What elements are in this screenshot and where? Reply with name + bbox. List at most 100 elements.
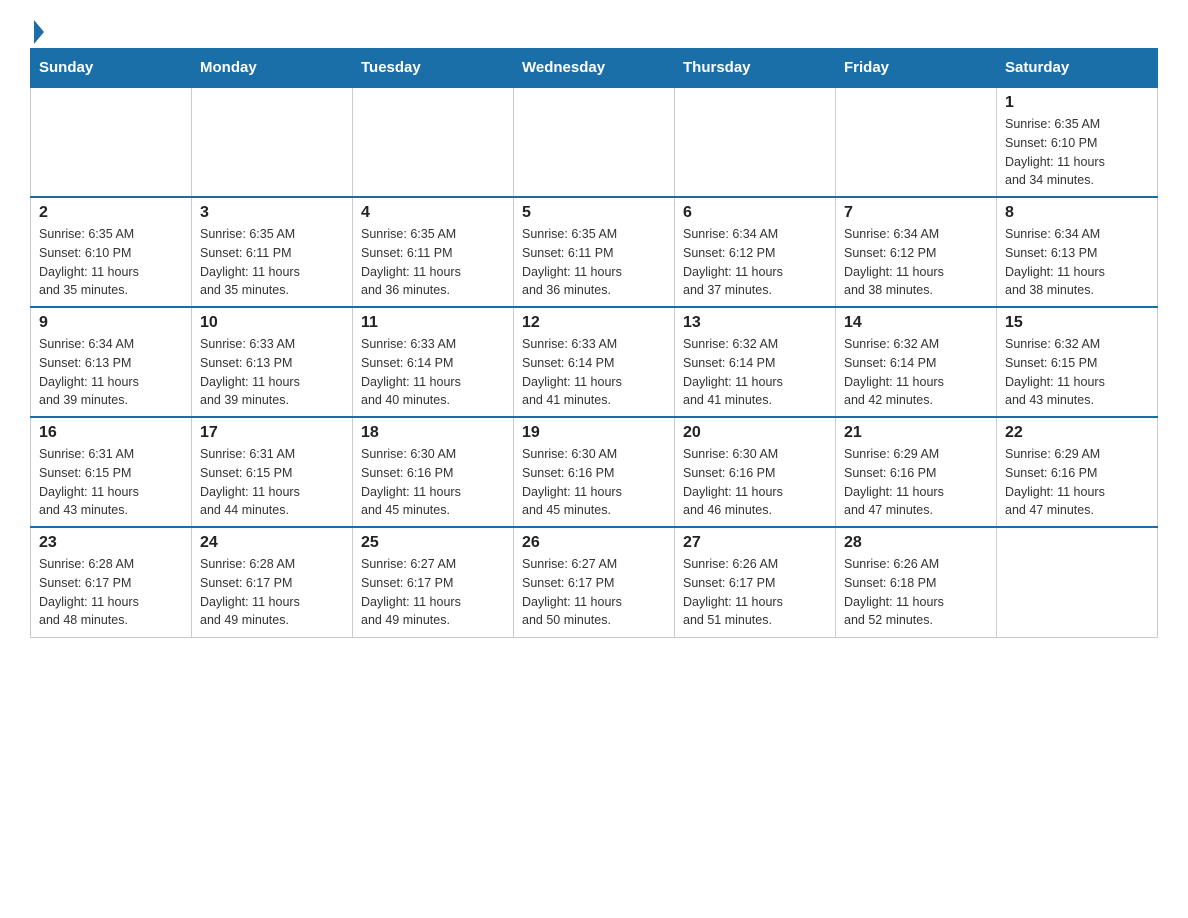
day-info: Sunrise: 6:34 AMSunset: 6:12 PMDaylight:… [844, 225, 988, 300]
calendar-cell: 8Sunrise: 6:34 AMSunset: 6:13 PMDaylight… [997, 197, 1158, 307]
day-info: Sunrise: 6:33 AMSunset: 6:14 PMDaylight:… [522, 335, 666, 410]
calendar-cell: 9 Sunrise: 6:34 AMSunset: 6:13 PMDaylight… [31, 307, 192, 417]
calendar-cell: 20Sunrise: 6:30 AMSunset: 6:16 PMDayligh… [675, 417, 836, 527]
day-info: Sunrise: 6:32 AMSunset: 6:14 PMDaylight:… [844, 335, 988, 410]
calendar-cell [353, 87, 514, 197]
calendar-cell: 6 Sunrise: 6:34 AMSunset: 6:12 PMDaylight… [675, 197, 836, 307]
day-number: 19 [522, 424, 666, 442]
day-info: Sunrise: 6:29 AMSunset: 6:16 PMDaylight:… [1005, 445, 1149, 520]
day-info: Sunrise: 6:30 AMSunset: 6:16 PMDaylight:… [361, 445, 505, 520]
day-info: Sunrise: 6:34 AMSunset: 6:12 PMDaylight:… [683, 225, 827, 300]
calendar-cell: 2 Sunrise: 6:35 AMSunset: 6:10 PMDaylight… [31, 197, 192, 307]
col-tuesday: Tuesday [353, 49, 514, 88]
day-info: Sunrise: 6:32 AMSunset: 6:15 PMDaylight:… [1005, 335, 1149, 410]
day-number: 3 [200, 204, 344, 222]
day-number: 4 [361, 204, 505, 222]
calendar-cell: 10 Sunrise: 6:33 AMSunset: 6:13 PMDayligh… [192, 307, 353, 417]
calendar-cell: 1 Sunrise: 6:35 AMSunset: 6:10 PMDaylight… [997, 87, 1158, 197]
day-number: 5 [522, 204, 666, 222]
page-header [30, 20, 1158, 38]
day-info: Sunrise: 6:33 AMSunset: 6:14 PMDaylight:… [361, 335, 505, 410]
logo [30, 20, 44, 38]
day-info: Sunrise: 6:27 AMSunset: 6:17 PMDaylight:… [361, 555, 505, 630]
calendar-cell: 17 Sunrise: 6:31 AMSunset: 6:15 PMDayligh… [192, 417, 353, 527]
calendar-body: 1 Sunrise: 6:35 AMSunset: 6:10 PMDaylight… [31, 87, 1158, 637]
day-number: 25 [361, 534, 505, 552]
day-info: Sunrise: 6:35 AMSunset: 6:11 PMDaylight:… [361, 225, 505, 300]
day-number: 11 [361, 314, 505, 332]
calendar-cell [997, 527, 1158, 637]
day-number: 24 [200, 534, 344, 552]
day-number: 2 [39, 204, 183, 222]
day-info: Sunrise: 6:28 AMSunset: 6:17 PMDaylight:… [200, 555, 344, 630]
calendar-cell: 19 Sunrise: 6:30 AMSunset: 6:16 PMDayligh… [514, 417, 675, 527]
calendar-cell [675, 87, 836, 197]
day-number: 20 [683, 424, 827, 442]
day-number: 22 [1005, 424, 1149, 442]
calendar-cell: 12 Sunrise: 6:33 AMSunset: 6:14 PMDayligh… [514, 307, 675, 417]
day-info: Sunrise: 6:35 AMSunset: 6:10 PMDaylight:… [1005, 115, 1149, 190]
calendar-cell: 24 Sunrise: 6:28 AMSunset: 6:17 PMDayligh… [192, 527, 353, 637]
calendar-cell: 5 Sunrise: 6:35 AMSunset: 6:11 PMDaylight… [514, 197, 675, 307]
day-info: Sunrise: 6:26 AMSunset: 6:17 PMDaylight:… [683, 555, 827, 630]
day-info: Sunrise: 6:34 AMSunset: 6:13 PMDaylight:… [39, 335, 183, 410]
day-info: Sunrise: 6:34 AMSunset: 6:13 PMDaylight:… [1005, 225, 1149, 300]
day-info: Sunrise: 6:28 AMSunset: 6:17 PMDaylight:… [39, 555, 183, 630]
day-number: 12 [522, 314, 666, 332]
calendar-cell: 26 Sunrise: 6:27 AMSunset: 6:17 PMDayligh… [514, 527, 675, 637]
day-number: 15 [1005, 314, 1149, 332]
day-number: 27 [683, 534, 827, 552]
calendar-cell: 16Sunrise: 6:31 AMSunset: 6:15 PMDayligh… [31, 417, 192, 527]
day-info: Sunrise: 6:35 AMSunset: 6:10 PMDaylight:… [39, 225, 183, 300]
calendar-week-2: 2 Sunrise: 6:35 AMSunset: 6:10 PMDaylight… [31, 197, 1158, 307]
col-friday: Friday [836, 49, 997, 88]
day-info: Sunrise: 6:31 AMSunset: 6:15 PMDaylight:… [39, 445, 183, 520]
day-info: Sunrise: 6:32 AMSunset: 6:14 PMDaylight:… [683, 335, 827, 410]
day-info: Sunrise: 6:29 AMSunset: 6:16 PMDaylight:… [844, 445, 988, 520]
calendar-cell: 13 Sunrise: 6:32 AMSunset: 6:14 PMDayligh… [675, 307, 836, 417]
day-number: 23 [39, 534, 183, 552]
calendar-cell: 4 Sunrise: 6:35 AMSunset: 6:11 PMDaylight… [353, 197, 514, 307]
calendar-cell: 21 Sunrise: 6:29 AMSunset: 6:16 PMDayligh… [836, 417, 997, 527]
calendar-cell [514, 87, 675, 197]
calendar-cell: 18 Sunrise: 6:30 AMSunset: 6:16 PMDayligh… [353, 417, 514, 527]
day-info: Sunrise: 6:33 AMSunset: 6:13 PMDaylight:… [200, 335, 344, 410]
day-number: 9 [39, 314, 183, 332]
day-number: 6 [683, 204, 827, 222]
day-number: 1 [1005, 94, 1149, 112]
day-number: 17 [200, 424, 344, 442]
calendar-cell: 11 Sunrise: 6:33 AMSunset: 6:14 PMDayligh… [353, 307, 514, 417]
calendar-week-3: 9 Sunrise: 6:34 AMSunset: 6:13 PMDaylight… [31, 307, 1158, 417]
calendar-cell: 3Sunrise: 6:35 AMSunset: 6:11 PMDaylight… [192, 197, 353, 307]
calendar-cell [836, 87, 997, 197]
calendar-week-1: 1 Sunrise: 6:35 AMSunset: 6:10 PMDaylight… [31, 87, 1158, 197]
calendar-cell: 25 Sunrise: 6:27 AMSunset: 6:17 PMDayligh… [353, 527, 514, 637]
logo-general-text [30, 20, 44, 44]
header-row: Sunday Monday Tuesday Wednesday Thursday… [31, 49, 1158, 88]
day-number: 26 [522, 534, 666, 552]
day-info: Sunrise: 6:35 AMSunset: 6:11 PMDaylight:… [522, 225, 666, 300]
calendar-cell: 14 Sunrise: 6:32 AMSunset: 6:14 PMDayligh… [836, 307, 997, 417]
day-number: 7 [844, 204, 988, 222]
day-info: Sunrise: 6:27 AMSunset: 6:17 PMDaylight:… [522, 555, 666, 630]
col-sunday: Sunday [31, 49, 192, 88]
col-wednesday: Wednesday [514, 49, 675, 88]
day-info: Sunrise: 6:30 AMSunset: 6:16 PMDaylight:… [522, 445, 666, 520]
day-info: Sunrise: 6:31 AMSunset: 6:15 PMDaylight:… [200, 445, 344, 520]
calendar-cell: 23 Sunrise: 6:28 AMSunset: 6:17 PMDayligh… [31, 527, 192, 637]
calendar-cell: 22 Sunrise: 6:29 AMSunset: 6:16 PMDayligh… [997, 417, 1158, 527]
day-number: 10 [200, 314, 344, 332]
day-number: 28 [844, 534, 988, 552]
day-number: 14 [844, 314, 988, 332]
calendar-cell: 28 Sunrise: 6:26 AMSunset: 6:18 PMDayligh… [836, 527, 997, 637]
col-thursday: Thursday [675, 49, 836, 88]
logo-arrow-icon [34, 20, 44, 44]
day-number: 21 [844, 424, 988, 442]
calendar-cell: 7 Sunrise: 6:34 AMSunset: 6:12 PMDaylight… [836, 197, 997, 307]
calendar-week-4: 16Sunrise: 6:31 AMSunset: 6:15 PMDayligh… [31, 417, 1158, 527]
day-number: 18 [361, 424, 505, 442]
day-number: 13 [683, 314, 827, 332]
day-info: Sunrise: 6:26 AMSunset: 6:18 PMDaylight:… [844, 555, 988, 630]
calendar-cell [31, 87, 192, 197]
calendar-table: Sunday Monday Tuesday Wednesday Thursday… [30, 48, 1158, 638]
